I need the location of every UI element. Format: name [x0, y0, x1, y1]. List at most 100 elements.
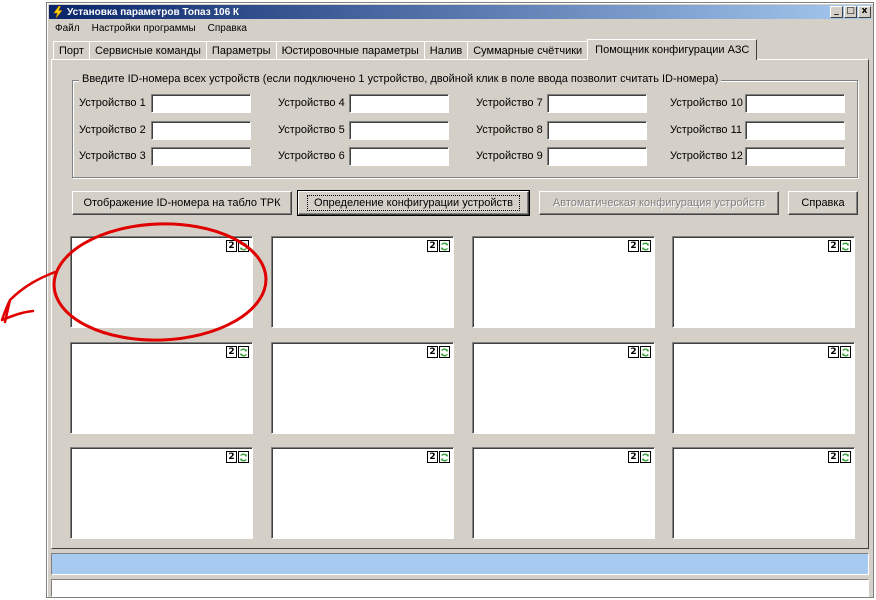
device-8-label: Устройство 8 — [476, 124, 543, 136]
box-icon-group: 2 — [226, 346, 249, 358]
box-icon-group: 2 — [628, 451, 651, 463]
device-number-badge[interactable]: 2 — [427, 451, 438, 463]
device-number-badge[interactable]: 2 — [628, 240, 639, 252]
device-config-box-7[interactable]: 2 — [472, 342, 655, 434]
device-config-box-12[interactable]: 2 — [672, 447, 855, 539]
detect-configuration-label: Определение конфигурации устройств — [307, 195, 520, 211]
device-config-box-2[interactable]: 2 — [271, 236, 454, 328]
device-number-badge[interactable]: 2 — [226, 451, 237, 463]
refresh-icon[interactable] — [238, 346, 249, 358]
device-number-badge[interactable]: 2 — [226, 240, 237, 252]
device-5-label: Устройство 5 — [278, 124, 345, 136]
device-9-id-input[interactable] — [547, 147, 647, 166]
progress-bar — [51, 553, 869, 575]
tab-service-commands[interactable]: Сервисные команды — [88, 41, 207, 59]
tab-total-counters[interactable]: Суммарные счётчики — [467, 41, 589, 59]
device-4-id-input[interactable] — [349, 94, 449, 113]
refresh-icon[interactable] — [439, 240, 450, 252]
device-number-badge[interactable]: 2 — [628, 346, 639, 358]
auto-configuration-button: Автоматическая конфигурация устройств — [539, 191, 779, 215]
device-12-id-input[interactable] — [745, 147, 845, 166]
box-icon-group: 2 — [226, 451, 249, 463]
device-1-label: Устройство 1 — [79, 97, 146, 109]
device-3-id-input[interactable] — [151, 147, 251, 166]
device-config-box-10[interactable]: 2 — [271, 447, 454, 539]
show-id-on-display-button[interactable]: Отображение ID-номера на табло ТРК — [72, 191, 292, 215]
device-config-box-11[interactable]: 2 — [472, 447, 655, 539]
tab-strip: Порт Сервисные команды Параметры Юстиров… — [53, 39, 758, 60]
help-button[interactable]: Справка — [788, 191, 858, 215]
menu-settings[interactable]: Настройки программы — [90, 23, 198, 34]
refresh-icon[interactable] — [640, 240, 651, 252]
refresh-icon[interactable] — [840, 346, 851, 358]
device-7-label: Устройство 7 — [476, 97, 543, 109]
help-button-label: Справка — [801, 197, 845, 209]
device-12-label: Устройство 12 — [670, 150, 743, 162]
device-config-box-3[interactable]: 2 — [472, 236, 655, 328]
refresh-icon[interactable] — [640, 346, 651, 358]
box-icon-group: 2 — [828, 451, 851, 463]
device-id-group: Введите ID-номера всех устройств (если п… — [72, 73, 858, 178]
title-bar[interactable]: Установка параметров Топаз 106 К _ □ x — [49, 5, 871, 19]
menu-help[interactable]: Справка — [206, 23, 249, 34]
device-7-id-input[interactable] — [547, 94, 647, 113]
tab-calibration-parameters[interactable]: Юстировочные параметры — [275, 41, 425, 59]
refresh-icon[interactable] — [840, 240, 851, 252]
device-3-label: Устройство 3 — [79, 150, 146, 162]
device-2-id-input[interactable] — [151, 121, 251, 140]
device-4-label: Устройство 4 — [278, 97, 345, 109]
close-button[interactable]: x — [858, 6, 871, 18]
main-window: Установка параметров Топаз 106 К _ □ x Ф… — [46, 2, 874, 598]
device-5-id-input[interactable] — [349, 121, 449, 140]
device-config-box-6[interactable]: 2 — [271, 342, 454, 434]
device-config-box-8[interactable]: 2 — [672, 342, 855, 434]
device-1-id-input[interactable] — [151, 94, 251, 113]
maximize-button[interactable]: □ — [844, 6, 857, 18]
menu-bar: Файл Настройки программы Справка — [49, 20, 871, 36]
tab-station-config-assistant[interactable]: Помощник конфигурации АЗС — [587, 39, 758, 60]
box-icon-group: 2 — [427, 346, 450, 358]
tab-port[interactable]: Порт — [53, 41, 90, 59]
box-icon-group: 2 — [828, 240, 851, 252]
refresh-icon[interactable] — [640, 451, 651, 463]
box-icon-group: 2 — [628, 240, 651, 252]
device-config-box-1[interactable]: 2 — [70, 236, 253, 328]
device-6-label: Устройство 6 — [278, 150, 345, 162]
device-number-badge[interactable]: 2 — [628, 451, 639, 463]
show-id-on-display-label: Отображение ID-номера на табло ТРК — [83, 197, 281, 209]
device-2-label: Устройство 2 — [79, 124, 146, 136]
box-icon-group: 2 — [828, 346, 851, 358]
tab-filling[interactable]: Налив — [423, 41, 469, 59]
device-config-box-4[interactable]: 2 — [672, 236, 855, 328]
device-11-label: Устройство 11 — [670, 124, 743, 136]
device-11-id-input[interactable] — [745, 121, 845, 140]
device-10-id-input[interactable] — [745, 94, 845, 113]
lightning-bolt-icon — [53, 5, 63, 19]
refresh-icon[interactable] — [238, 240, 249, 252]
window-controls: _ □ x — [829, 5, 871, 18]
menu-file[interactable]: Файл — [53, 23, 82, 34]
refresh-icon[interactable] — [439, 346, 450, 358]
refresh-icon[interactable] — [439, 451, 450, 463]
refresh-icon[interactable] — [840, 451, 851, 463]
device-number-badge[interactable]: 2 — [828, 240, 839, 252]
minimize-button[interactable]: _ — [830, 6, 843, 18]
device-number-badge[interactable]: 2 — [828, 346, 839, 358]
device-config-box-5[interactable]: 2 — [70, 342, 253, 434]
status-bar — [51, 579, 869, 597]
refresh-icon[interactable] — [238, 451, 249, 463]
device-10-label: Устройство 10 — [670, 97, 743, 109]
window-title: Установка параметров Топаз 106 К — [67, 6, 240, 18]
detect-configuration-button[interactable]: Определение конфигурации устройств — [297, 190, 530, 216]
device-9-label: Устройство 9 — [476, 150, 543, 162]
device-number-badge[interactable]: 2 — [427, 346, 438, 358]
device-id-group-legend: Введите ID-номера всех устройств (если п… — [79, 73, 722, 85]
device-8-id-input[interactable] — [547, 121, 647, 140]
device-number-badge[interactable]: 2 — [427, 240, 438, 252]
device-number-badge[interactable]: 2 — [226, 346, 237, 358]
device-6-id-input[interactable] — [349, 147, 449, 166]
device-number-badge[interactable]: 2 — [828, 451, 839, 463]
box-icon-group: 2 — [628, 346, 651, 358]
tab-parameters[interactable]: Параметры — [205, 41, 277, 59]
device-config-box-9[interactable]: 2 — [70, 447, 253, 539]
